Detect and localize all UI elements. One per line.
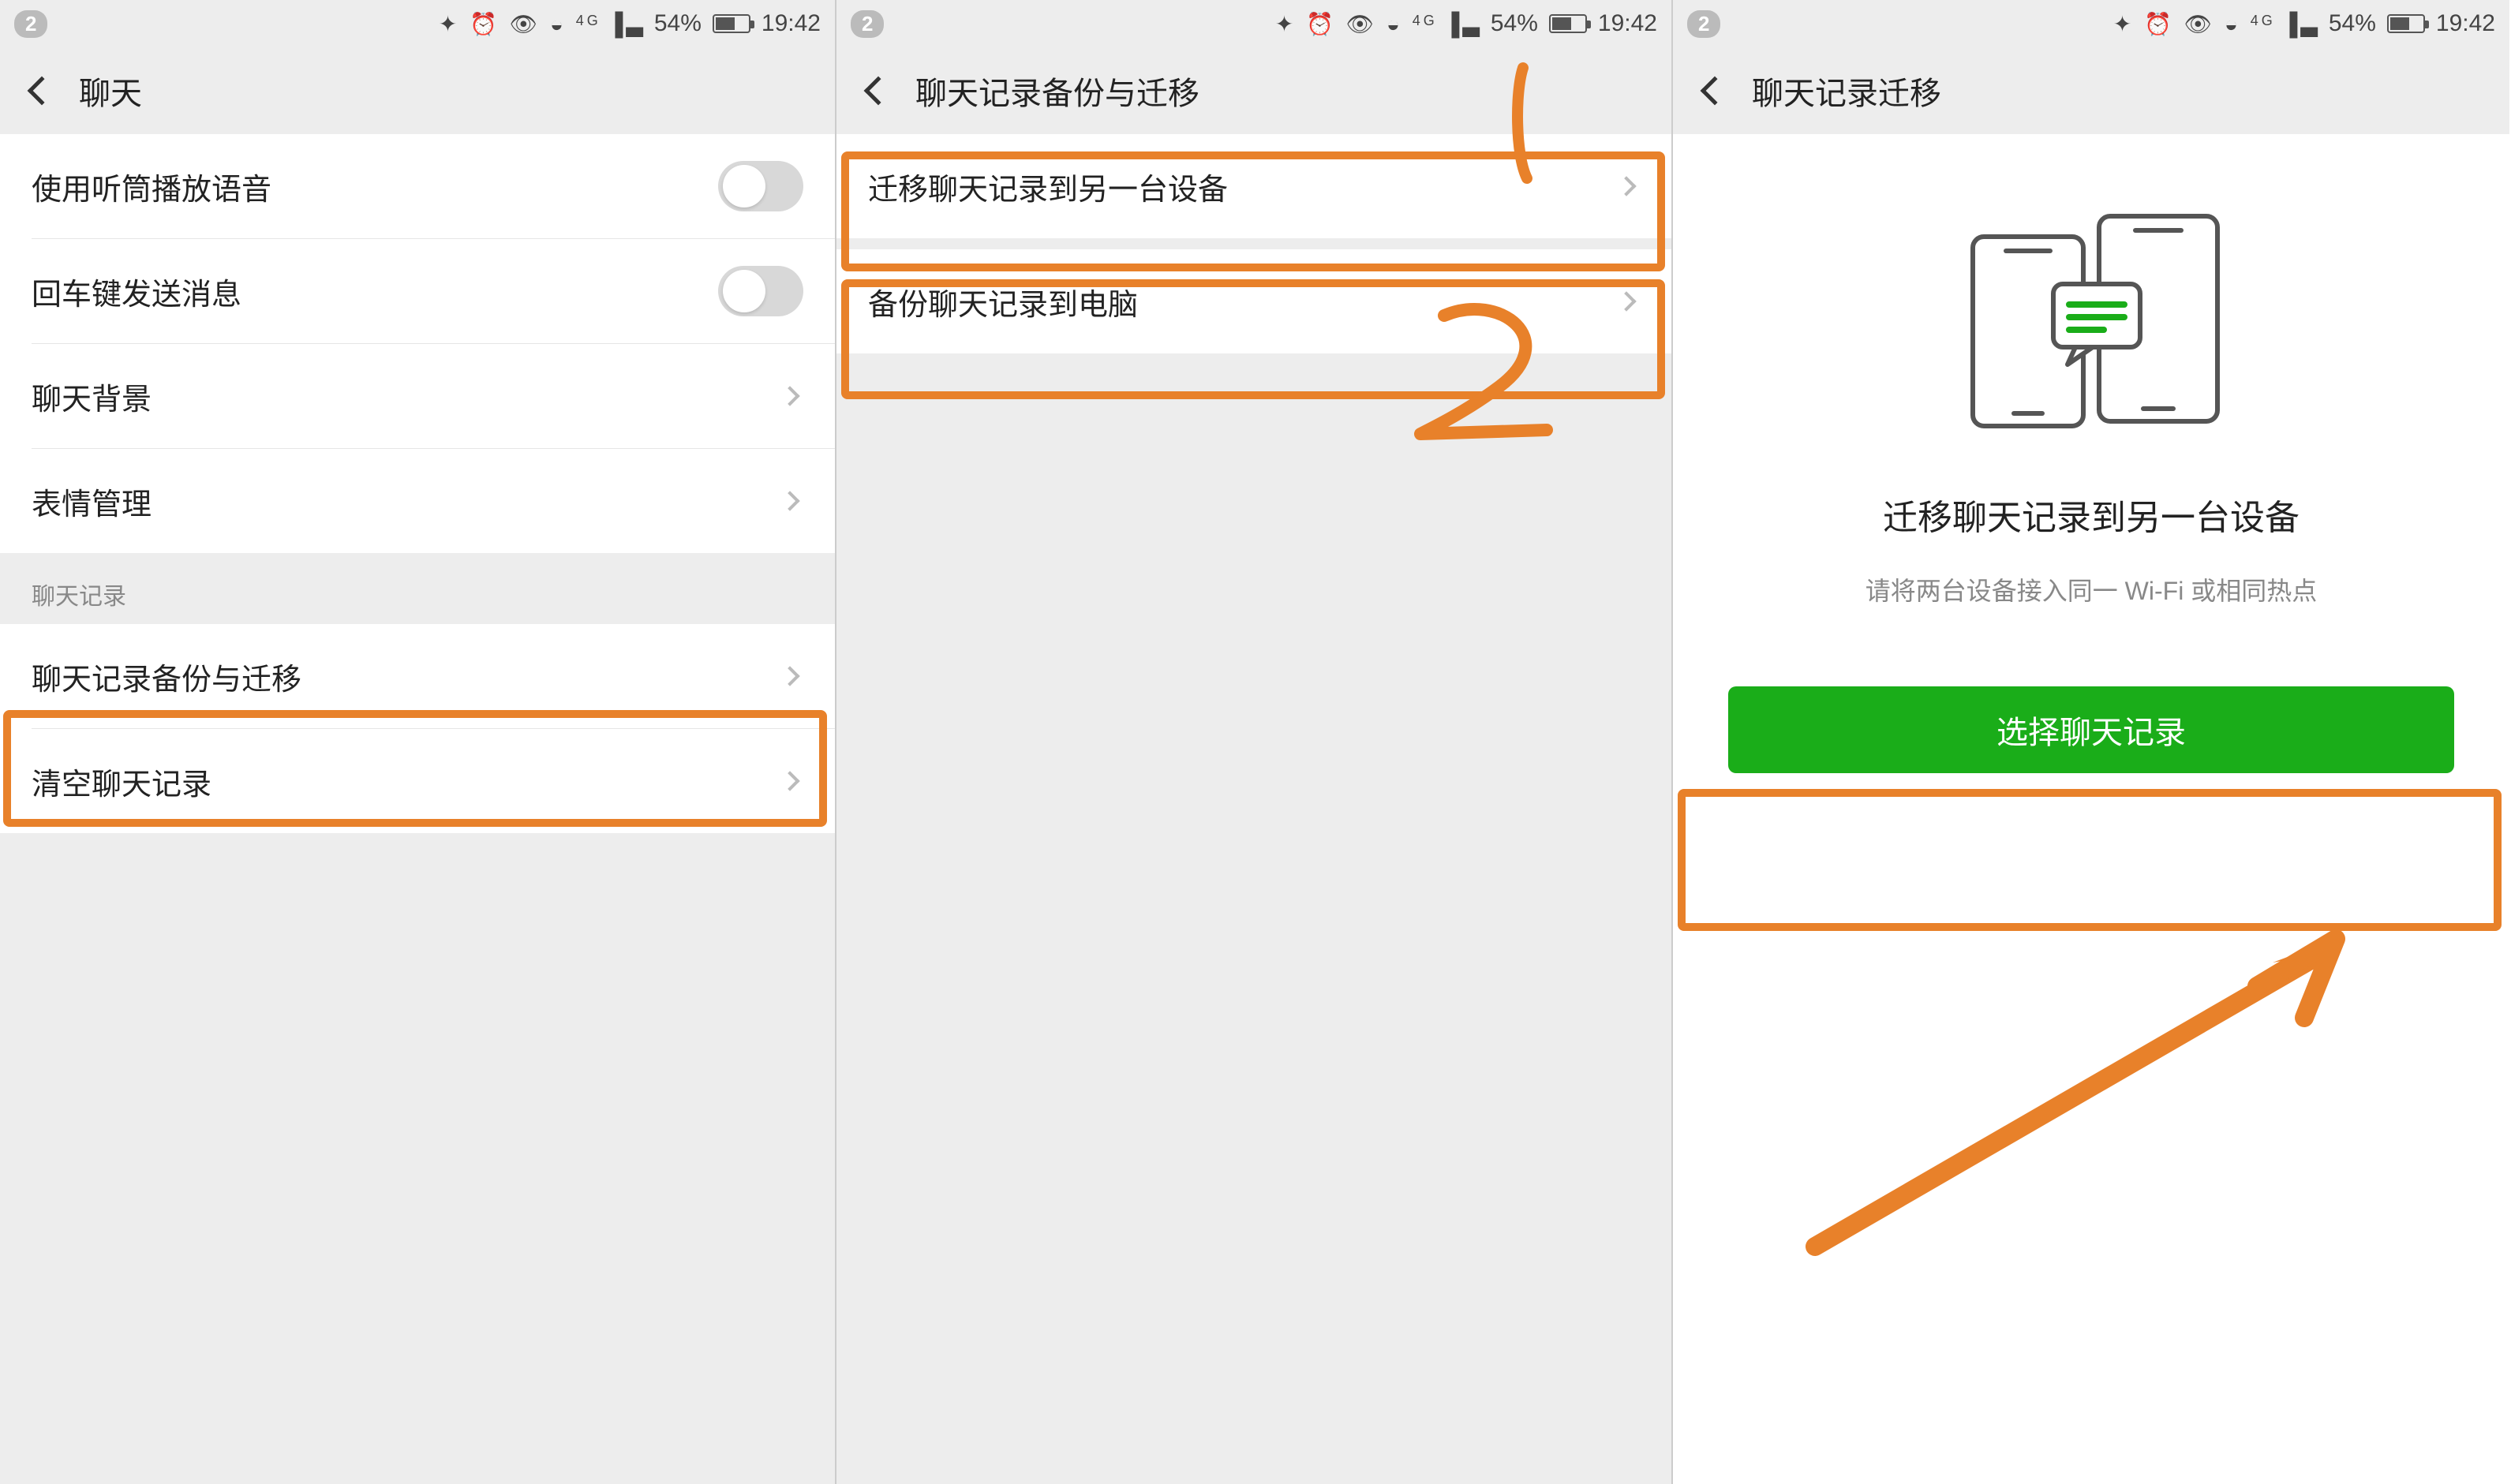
- signal-icon: ▐▃: [2282, 12, 2321, 36]
- battery-percent: 54%: [1491, 10, 1538, 37]
- alarm-icon: ⏰: [470, 12, 500, 36]
- hero-subtitle: 请将两台设备接入同一 Wi-Fi 或相同热点: [1865, 571, 2317, 607]
- panel-3-migrate-chat: 2 ✦ ⏰ 👁 ◒ 4G ▐▃ 54% 19:42 聊天记录迁移: [1673, 0, 2509, 1484]
- signal-icon: ▐▃: [608, 12, 646, 36]
- battery-icon: [1549, 14, 1587, 33]
- chevron-right-icon: [780, 491, 799, 510]
- battery-icon: [713, 14, 750, 33]
- chevron-right-icon: [1616, 291, 1636, 311]
- status-icons-cluster: ✦ ⏰ 👁 ◒ 4G ▐▃: [1275, 11, 1483, 37]
- row-label: 聊天记录备份与迁移: [32, 655, 783, 698]
- notification-count-badge: 2: [851, 10, 884, 38]
- row-earpiece-playback[interactable]: 使用听筒播放语音: [0, 134, 835, 238]
- app-header: 聊天: [0, 47, 835, 134]
- network-label: 4G: [1413, 13, 1438, 28]
- toggle-switch[interactable]: [718, 266, 803, 316]
- row-sticker-management[interactable]: 表情管理: [0, 449, 835, 553]
- bluetooth-icon: ✦: [439, 12, 460, 36]
- chevron-right-icon: [1616, 176, 1636, 196]
- eye-care-icon: 👁: [2184, 12, 2216, 36]
- status-bar: 2 ✦ ⏰ 👁 ◒ 4G ▐▃ 54% 19:42: [836, 0, 1671, 47]
- signal-icon: ▐▃: [1444, 12, 1483, 36]
- status-icons-cluster: ✦ ⏰ 👁 ◒ 4G ▐▃: [439, 11, 646, 37]
- chevron-right-icon: [780, 771, 799, 791]
- row-label: 备份聊天记录到电脑: [868, 280, 1619, 323]
- bluetooth-icon: ✦: [2113, 12, 2135, 36]
- back-icon[interactable]: [28, 77, 57, 106]
- panel-2-backup-migrate: 2 ✦ ⏰ 👁 ◒ 4G ▐▃ 54% 19:42 聊天记录备份与迁移: [836, 0, 1673, 1484]
- battery-percent: 54%: [654, 10, 702, 37]
- row-label: 清空聊天记录: [32, 760, 783, 803]
- page-title: 聊天记录备份与迁移: [915, 68, 1199, 114]
- chevron-right-icon: [780, 666, 799, 686]
- row-label: 聊天背景: [32, 375, 783, 418]
- toggle-switch[interactable]: [718, 161, 803, 211]
- battery-percent: 54%: [2329, 10, 2376, 37]
- alarm-icon: ⏰: [2144, 12, 2175, 36]
- back-icon[interactable]: [864, 77, 893, 106]
- page-title: 聊天: [79, 68, 142, 114]
- notification-count-badge: 2: [14, 10, 47, 38]
- row-label: 使用听筒播放语音: [32, 165, 718, 208]
- row-clear-chat-history[interactable]: 清空聊天记录: [0, 729, 835, 833]
- migrate-illustration-icon: [1949, 197, 2233, 450]
- bluetooth-icon: ✦: [1275, 12, 1297, 36]
- row-label: 表情管理: [32, 480, 783, 523]
- section-header-chat-history: 聊天记录: [0, 553, 835, 624]
- battery-icon: [2387, 14, 2425, 33]
- button-label: 选择聊天记录: [1996, 707, 2186, 753]
- row-label: 迁移聊天记录到另一台设备: [868, 165, 1619, 208]
- row-enter-to-send[interactable]: 回车键发送消息: [0, 239, 835, 343]
- select-chat-history-button[interactable]: 选择聊天记录: [1728, 686, 2454, 773]
- network-label: 4G: [2251, 13, 2276, 28]
- back-icon[interactable]: [1701, 77, 1730, 106]
- page-title: 聊天记录迁移: [1752, 68, 1941, 114]
- wifi-icon: ◒: [1386, 12, 1403, 36]
- status-time: 19:42: [762, 10, 821, 37]
- wifi-icon: ◒: [550, 12, 567, 36]
- eye-care-icon: 👁: [1346, 12, 1378, 36]
- row-backup-to-pc[interactable]: 备份聊天记录到电脑: [836, 249, 1671, 353]
- hero-title: 迁移聊天记录到另一台设备: [1883, 489, 2300, 540]
- status-icons-cluster: ✦ ⏰ 👁 ◒ 4G ▐▃: [2113, 11, 2321, 37]
- app-header: 聊天记录备份与迁移: [836, 47, 1671, 134]
- status-bar: 2 ✦ ⏰ 👁 ◒ 4G ▐▃ 54% 19:42: [1673, 0, 2509, 47]
- chevron-right-icon: [780, 386, 799, 406]
- row-label: 回车键发送消息: [32, 270, 718, 313]
- alarm-icon: ⏰: [1306, 12, 1337, 36]
- status-time: 19:42: [1598, 10, 1657, 37]
- app-header: 聊天记录迁移: [1673, 47, 2509, 134]
- row-chat-background[interactable]: 聊天背景: [0, 344, 835, 448]
- status-time: 19:42: [2436, 10, 2495, 37]
- row-backup-and-migrate[interactable]: 聊天记录备份与迁移: [0, 624, 835, 728]
- network-label: 4G: [576, 13, 601, 28]
- status-bar: 2 ✦ ⏰ 👁 ◒ 4G ▐▃ 54% 19:42: [0, 0, 835, 47]
- panel-1-chat-settings: 2 ✦ ⏰ 👁 ◒ 4G ▐▃ 54% 19:42 聊天: [0, 0, 836, 1484]
- row-migrate-to-device[interactable]: 迁移聊天记录到另一台设备: [836, 134, 1671, 238]
- wifi-icon: ◒: [2225, 12, 2241, 36]
- notification-count-badge: 2: [1687, 10, 1720, 38]
- eye-care-icon: 👁: [510, 12, 541, 36]
